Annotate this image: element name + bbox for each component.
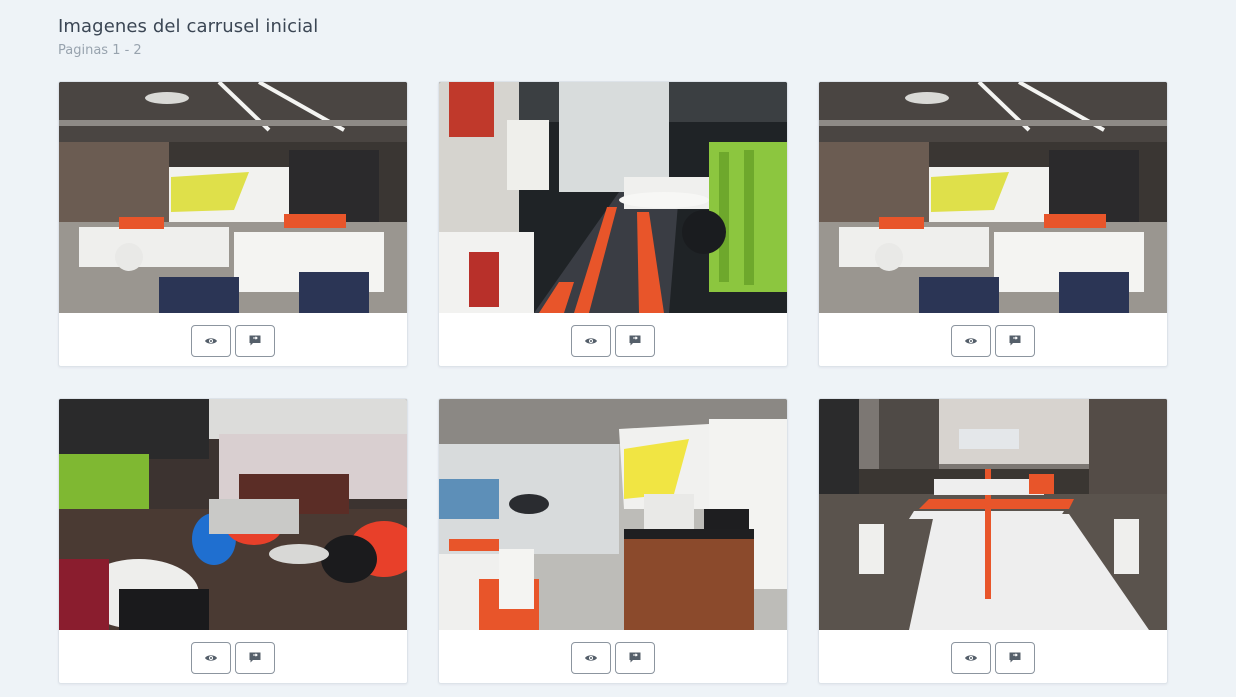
eye-icon: [585, 337, 597, 344]
image-card: [818, 398, 1168, 684]
comment-button[interactable]: [235, 324, 275, 357]
comment-icon: [629, 652, 641, 663]
view-button[interactable]: [571, 324, 611, 357]
image-card: [818, 81, 1168, 367]
comment-icon: [1009, 335, 1021, 346]
image-grid: [58, 81, 1168, 684]
eye-icon: [205, 337, 217, 344]
image-card: [58, 81, 408, 367]
image-card: [438, 81, 788, 367]
carousel-image: [819, 399, 1167, 630]
carousel-image: [59, 399, 407, 630]
carousel-image: [59, 82, 407, 313]
view-button[interactable]: [951, 641, 991, 674]
comment-button[interactable]: [995, 324, 1035, 357]
view-button[interactable]: [191, 641, 231, 674]
carousel-image: [439, 399, 787, 630]
eye-icon: [585, 654, 597, 661]
card-actions: [439, 630, 787, 683]
card-actions: [439, 313, 787, 366]
card-actions: [819, 630, 1167, 683]
comment-button[interactable]: [995, 641, 1035, 674]
comment-icon: [249, 652, 261, 663]
comment-button[interactable]: [615, 641, 655, 674]
page-header: Imagenes del carrusel inicial Paginas 1 …: [58, 16, 318, 58]
eye-icon: [965, 337, 977, 344]
view-button[interactable]: [191, 324, 231, 357]
eye-icon: [965, 654, 977, 661]
card-actions: [819, 313, 1167, 366]
carousel-image: [819, 82, 1167, 313]
image-card: [58, 398, 408, 684]
page-subtitle: Paginas 1 - 2: [58, 43, 142, 58]
image-card: [438, 398, 788, 684]
page-title: Imagenes del carrusel inicial: [58, 16, 319, 37]
comment-button[interactable]: [235, 641, 275, 674]
comment-icon: [629, 335, 641, 346]
carousel-image: [439, 82, 787, 313]
comment-icon: [1009, 652, 1021, 663]
card-actions: [59, 630, 407, 683]
eye-icon: [205, 654, 217, 661]
comment-icon: [249, 335, 261, 346]
view-button[interactable]: [951, 324, 991, 357]
card-actions: [59, 313, 407, 366]
comment-button[interactable]: [615, 324, 655, 357]
view-button[interactable]: [571, 641, 611, 674]
